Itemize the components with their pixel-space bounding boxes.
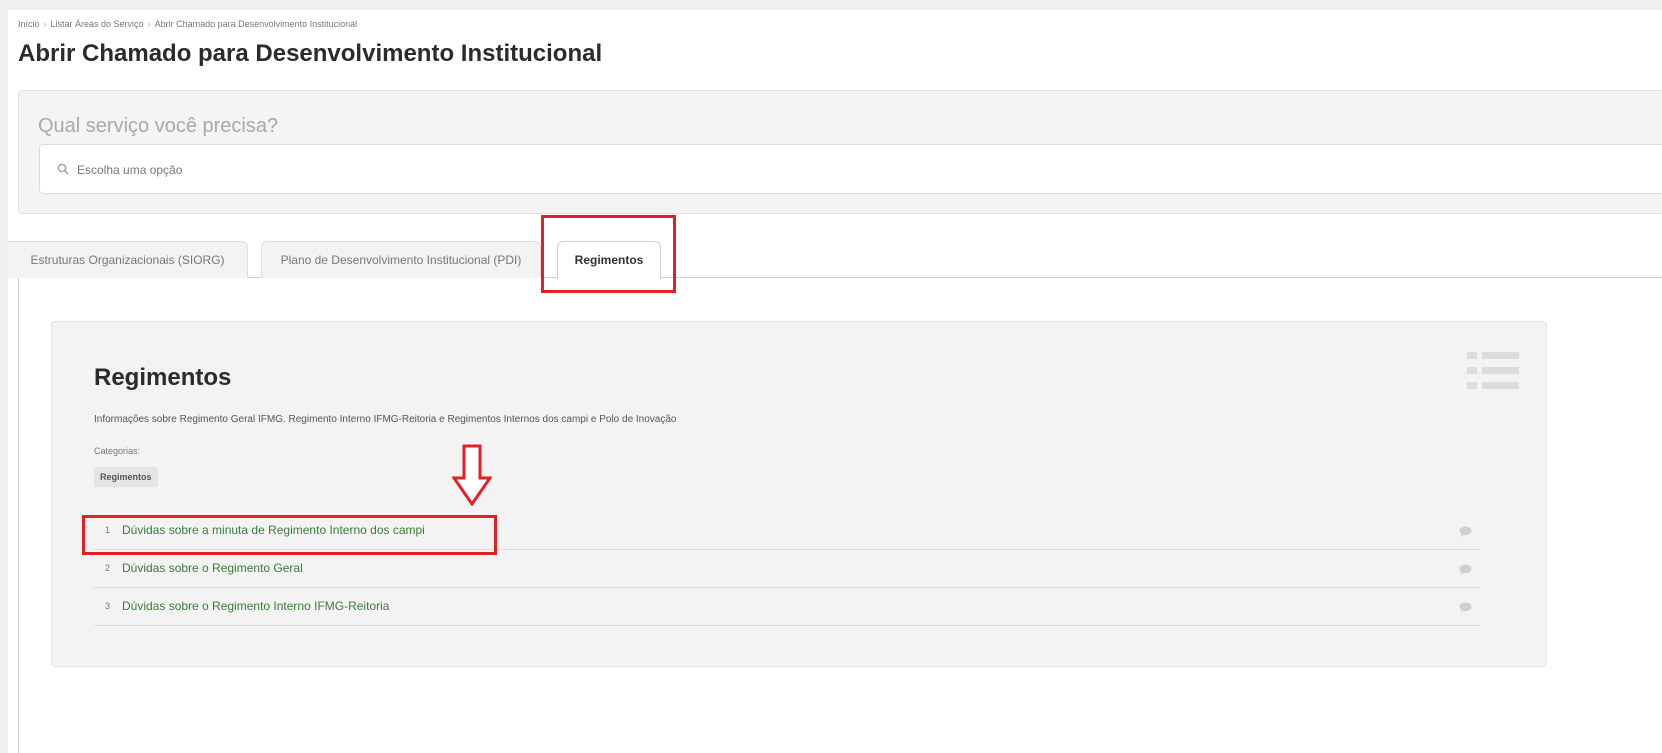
search-input[interactable]: Escolha uma opção [39,144,1662,194]
service-item[interactable]: 3 Dúvidas sobre o Regimento Interno IFMG… [94,588,1480,626]
comment-icon [1459,564,1472,575]
service-number: 2 [105,563,111,573]
service-card: Regimentos Informações sobre Regimento G… [51,321,1547,667]
search-panel: Qual serviço você precisa? Escolha uma o… [18,90,1662,214]
categories-label: Categorias: [94,446,141,456]
breadcrumb: Início › Listar Áreas do Serviço › Abrir Cha… [18,19,357,29]
category-badge[interactable]: Regimentos [94,467,158,487]
service-link[interactable]: Dúvidas sobre o Regimento Interno IFMG-R… [122,599,389,613]
tab-bar: Estruturas Organizacionais (SIORG) Plano… [8,239,1662,279]
service-item[interactable]: 1 Dúvidas sobre a minuta de Regimento In… [94,512,1480,550]
tab-pdi[interactable]: Plano de Desenvolvimento Institucional (… [261,241,541,278]
breadcrumb-item-current: Abrir Chamado para Desenvolvimento Insti… [154,19,358,29]
service-number: 1 [105,525,111,535]
card-description: Informações sobre Regimento Geral IFMG. … [94,414,677,425]
page-title: Abrir Chamado para Desenvolvimento Insti… [18,40,603,67]
search-question: Qual serviço você precisa? [38,115,279,137]
service-link[interactable]: Dúvidas sobre o Regimento Geral [122,561,303,575]
service-list: 1 Dúvidas sobre a minuta de Regimento In… [94,512,1480,626]
search-placeholder: Escolha uma opção [77,163,183,177]
down-arrow-icon [452,444,492,506]
breadcrumb-item-service-areas[interactable]: Listar Áreas do Serviço [51,19,144,29]
tab-regimentos[interactable]: Regimentos [557,241,661,279]
breadcrumb-separator: › [147,19,151,29]
breadcrumb-separator: › [43,19,47,29]
search-icon [57,163,69,175]
comment-icon [1459,602,1472,613]
service-item[interactable]: 2 Dúvidas sobre o Regimento Geral [94,550,1480,588]
comment-icon [1459,526,1472,537]
tab-siorg[interactable]: Estruturas Organizacionais (SIORG) [8,241,248,278]
service-link[interactable]: Dúvidas sobre a minuta de Regimento Inte… [122,523,425,537]
service-number: 3 [105,601,111,611]
list-icon [1467,352,1519,389]
breadcrumb-item-home[interactable]: Início [18,19,40,29]
card-title: Regimentos [94,364,232,391]
